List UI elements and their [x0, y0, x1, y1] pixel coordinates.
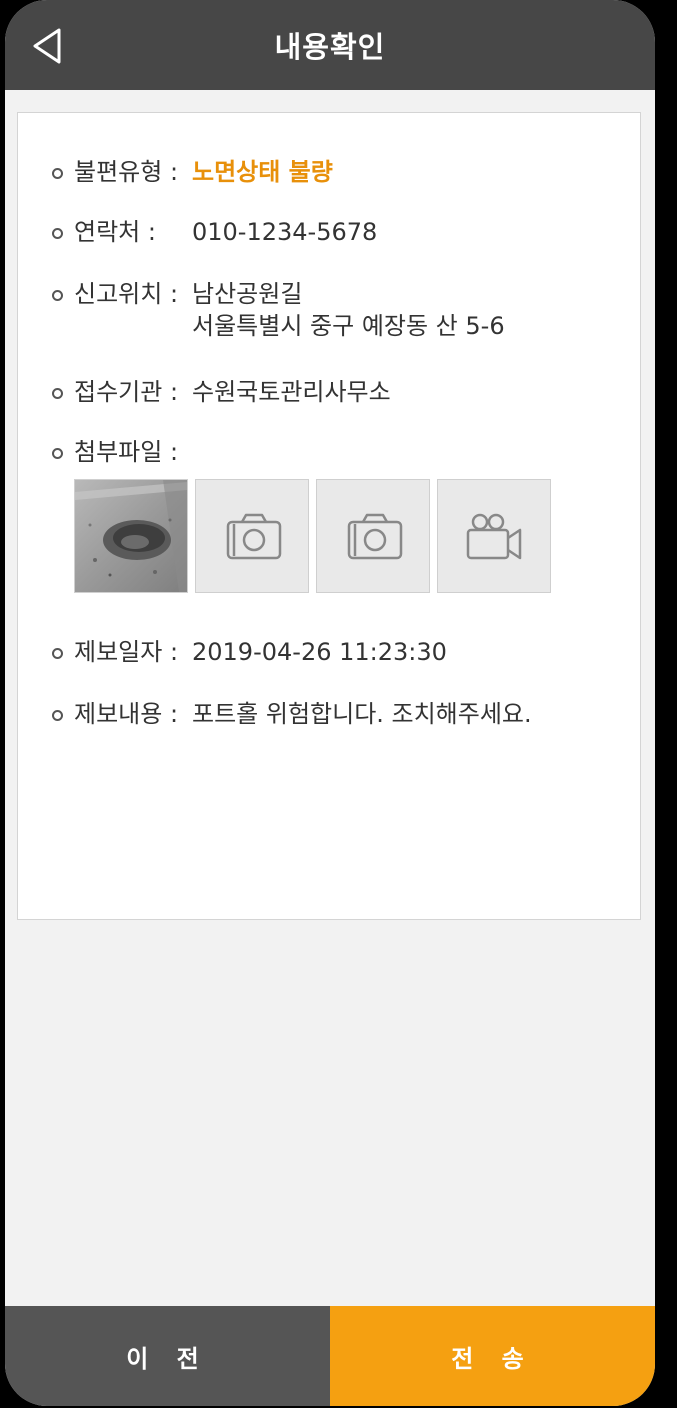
bullet-icon	[52, 290, 63, 301]
header-bar: 내용확인	[5, 0, 655, 90]
add-video-slot[interactable]	[437, 479, 551, 593]
send-button[interactable]: 전 송	[330, 1306, 655, 1406]
complaint-type-label: 불편유형 :	[74, 158, 179, 186]
contact-label: 연락처 :	[74, 218, 156, 246]
attachment-photo-thumbnail[interactable]	[74, 479, 188, 593]
previous-button[interactable]: 이 전	[5, 1306, 330, 1406]
location-label: 신고위치 :	[74, 280, 179, 308]
agency-value: 수원국토관리사무소	[192, 378, 391, 406]
agency-label: 접수기관 :	[74, 378, 179, 406]
page-title: 내용확인	[274, 30, 386, 64]
bullet-icon	[52, 228, 63, 239]
add-photo-slot-1[interactable]	[195, 479, 309, 593]
contact-value: 010-1234-5678	[192, 218, 378, 246]
bullet-icon	[52, 168, 63, 179]
pothole-photo	[75, 480, 187, 592]
add-photo-slot-2[interactable]	[316, 479, 430, 593]
footer-bar: 이 전 전 송	[5, 1306, 655, 1406]
app-screen: 내용확인 불편유형 : 노면상태 불량 연락처 : 010-1234-5678 …	[5, 0, 655, 1406]
bullet-icon	[52, 648, 63, 659]
camera-icon	[226, 513, 282, 560]
complaint-type-value: 노면상태 불량	[192, 158, 333, 186]
attachment-label: 첨부파일 :	[74, 438, 179, 466]
report-date-label: 제보일자 :	[74, 638, 179, 666]
bullet-icon	[52, 388, 63, 399]
report-date-value: 2019-04-26 11:23:30	[192, 638, 447, 666]
bullet-icon	[52, 710, 63, 721]
video-camera-icon	[466, 513, 522, 560]
location-name: 남산공원길	[192, 280, 303, 308]
bullet-icon	[52, 448, 63, 459]
detail-card: 불편유형 : 노면상태 불량 연락처 : 010-1234-5678 신고위치 …	[17, 112, 641, 920]
report-content-label: 제보내용 :	[74, 700, 179, 728]
report-content-value: 포트홀 위험합니다. 조치해주세요.	[192, 700, 532, 728]
camera-icon	[347, 513, 403, 560]
location-address: 서울특별시 중구 예장동 산 5-6	[192, 312, 505, 340]
